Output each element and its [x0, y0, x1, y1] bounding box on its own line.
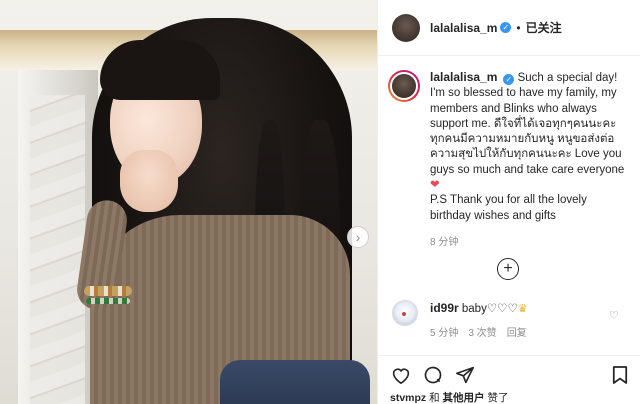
- liked-by-user[interactable]: stvmpz: [390, 392, 426, 404]
- heart-emoji-icon: ❤: [430, 179, 440, 192]
- comment-reply-button[interactable]: 回复: [507, 324, 527, 339]
- header-username[interactable]: lalalalisa_m: [430, 21, 497, 35]
- verified-badge-icon: ✓: [500, 22, 512, 33]
- next-photo-button[interactable]: ›: [347, 226, 369, 248]
- photo-bangs: [100, 40, 220, 100]
- liked-by-suffix: 赞了: [487, 392, 509, 404]
- caption-text-body: I'm so blessed to have my family, my mem…: [430, 87, 625, 176]
- photo-bracelet: [84, 286, 132, 296]
- comment-icon[interactable]: [422, 364, 444, 386]
- comment-likes-count[interactable]: 3 次赞: [468, 324, 496, 339]
- caption: lalalalisa_m ✓ Such a special day! I'm so…: [430, 70, 626, 250]
- verified-badge-icon: ✓: [503, 74, 515, 86]
- post-header: lalalalisa_m ✓ • 已关注: [378, 0, 640, 56]
- share-icon[interactable]: [454, 364, 476, 386]
- photo-bracelet: [86, 298, 130, 304]
- post-photo[interactable]: [0, 0, 377, 404]
- plus-icon: +: [503, 260, 513, 277]
- avatar[interactable]: [392, 13, 420, 42]
- liked-by-line: stvmpz 和 其他用户 赞了: [378, 386, 640, 404]
- chevron-right-icon: ›: [355, 229, 361, 245]
- comment-item: id99r baby♡♡♡♛ 5 分钟 3 次赞 回复: [392, 300, 632, 339]
- liked-by-and: 和: [429, 392, 440, 404]
- caption-avatar[interactable]: [388, 70, 420, 102]
- comment-timestamp: 5 分钟: [430, 328, 459, 339]
- caption-ps-line: P.S Thank you for all the lovely birthda…: [430, 194, 587, 222]
- separator-dot: •: [516, 20, 521, 35]
- caption-block: lalalalisa_m ✓ Such a special day! I'm so…: [378, 56, 640, 250]
- load-more-comments-button[interactable]: +: [497, 258, 519, 280]
- post-actions: stvmpz 和 其他用户 赞了: [378, 355, 640, 404]
- heart-icon[interactable]: [390, 364, 412, 386]
- photo-denim: [220, 360, 370, 404]
- photo-hand: [120, 150, 178, 212]
- caption-text-line1: Such a special day!: [517, 72, 618, 84]
- photo-marble-wall: [30, 95, 85, 404]
- comment-like-heart-icon[interactable]: ♡: [609, 309, 619, 322]
- comment-username[interactable]: id99r: [430, 301, 459, 315]
- bookmark-icon[interactable]: [609, 364, 631, 386]
- commenter-avatar[interactable]: [392, 300, 418, 326]
- comment-meta: 5 分钟 3 次赞 回复: [430, 324, 528, 339]
- comment-text: baby♡♡♡: [461, 303, 518, 315]
- follow-status-button[interactable]: 已关注: [526, 19, 562, 36]
- liked-by-others[interactable]: 其他用户: [443, 392, 485, 404]
- post-sidebar: lalalalisa_m ✓ • 已关注 lalalalisa_m ✓ Such …: [377, 0, 640, 404]
- caption-timestamp: 8 分钟: [430, 236, 459, 248]
- crown-emoji-icon: ♛: [517, 303, 528, 315]
- caption-username[interactable]: lalalalisa_m: [430, 70, 497, 84]
